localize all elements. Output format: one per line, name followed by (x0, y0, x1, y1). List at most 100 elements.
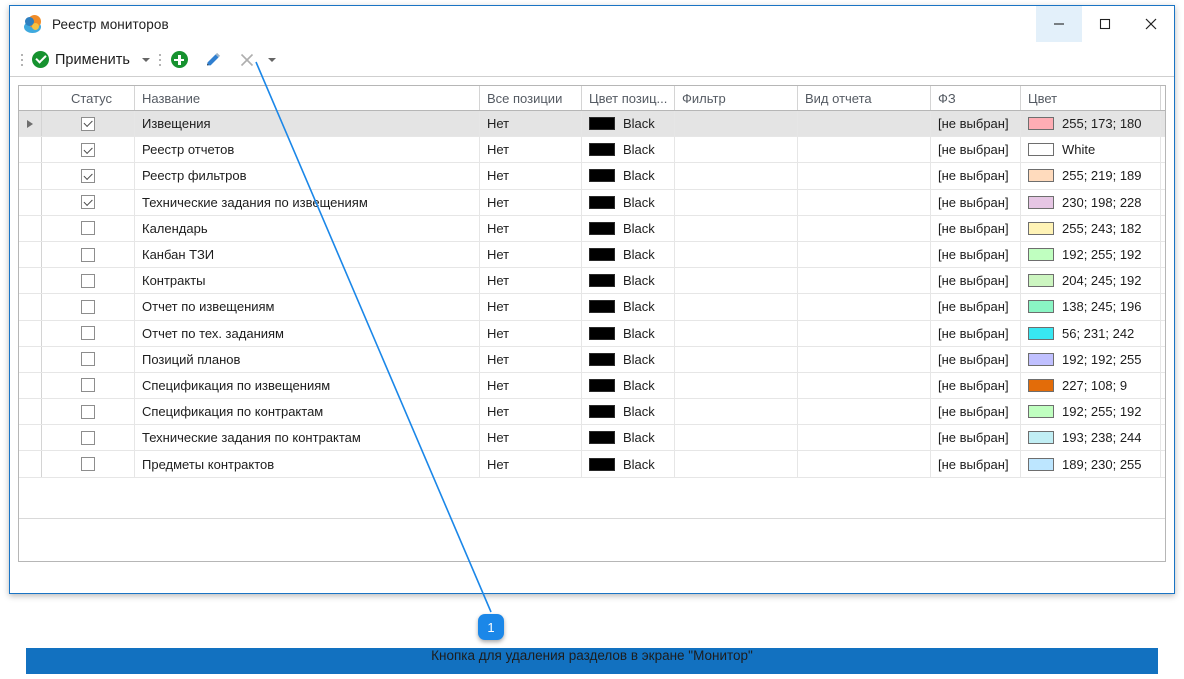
status-checkbox[interactable] (81, 299, 95, 314)
table-row[interactable]: Контракты Нет Black [не выбран] 204; 245; 19… (19, 268, 1165, 295)
status-checkbox[interactable] (81, 221, 95, 236)
cell-filter[interactable] (675, 215, 798, 241)
cell-fz[interactable]: [не выбран] (931, 372, 1021, 399)
cell-all_positions[interactable]: Нет (480, 163, 582, 189)
cell-name[interactable]: Отчет по извещениям (135, 294, 480, 320)
cell-report_view[interactable] (798, 399, 931, 425)
cell-color[interactable]: 56; 231; 242 (1021, 320, 1161, 346)
close-button[interactable] (1128, 6, 1174, 42)
toolbar-grip-2[interactable] (156, 51, 165, 69)
cell-report_view[interactable] (798, 425, 931, 451)
status-checkbox[interactable] (81, 168, 95, 183)
cell-position-color[interactable]: Black (582, 320, 675, 346)
cell-all_positions[interactable]: Нет (480, 294, 582, 320)
cell-filter[interactable] (675, 189, 798, 215)
cell-status[interactable] (42, 294, 135, 320)
cell-report_view[interactable] (798, 268, 931, 294)
cell-status[interactable] (42, 189, 135, 215)
cell-color[interactable]: 230; 198; 228 (1021, 189, 1161, 215)
cell-name[interactable]: Отчет по тех. заданиям (135, 320, 480, 346)
cell-position-color[interactable]: Black (582, 137, 675, 163)
status-checkbox[interactable] (81, 142, 95, 157)
cell-fz[interactable]: [не выбран] (931, 241, 1021, 268)
status-checkbox[interactable] (81, 326, 95, 341)
cell-color[interactable]: 255; 219; 189 (1021, 163, 1161, 189)
cell-filter[interactable] (675, 320, 798, 346)
edit-button[interactable] (201, 47, 225, 73)
cell-status[interactable] (42, 268, 135, 294)
column-header-filter[interactable]: Фильтр (675, 86, 798, 110)
table-row[interactable]: Реестр фильтров Нет Black [не выбран] 255; 2… (19, 163, 1165, 190)
cell-name[interactable]: Календарь (135, 215, 480, 241)
cell-report_view[interactable] (798, 451, 931, 477)
cell-color[interactable]: 193; 238; 244 (1021, 425, 1161, 451)
table-row[interactable]: Спецификация по извещениям Нет Black [не вы… (19, 372, 1165, 400)
cell-color[interactable]: White (1021, 137, 1161, 163)
cell-color[interactable]: 227; 108; 9 (1021, 372, 1161, 399)
table-row[interactable]: Отчет по тех. заданиям Нет Black [не выбран… (19, 320, 1165, 347)
cell-name[interactable]: Канбан ТЗИ (135, 241, 480, 268)
cell-status[interactable] (42, 320, 135, 346)
apply-button[interactable]: Применить (29, 47, 133, 73)
cell-fz[interactable]: [не выбран] (931, 399, 1021, 425)
toolbar-grip-1[interactable] (17, 51, 26, 69)
cell-fz[interactable]: [не выбран] (931, 163, 1021, 189)
cell-fz[interactable]: [не выбран] (931, 268, 1021, 294)
cell-position-color[interactable]: Black (582, 372, 675, 399)
cell-status[interactable] (42, 111, 135, 137)
table-row[interactable]: Предметы контрактов Нет Black [не выбран] 18… (19, 451, 1165, 478)
cell-fz[interactable]: [не выбран] (931, 137, 1021, 163)
cell-status[interactable] (42, 451, 135, 477)
cell-report_view[interactable] (798, 189, 931, 215)
cell-filter[interactable] (675, 451, 798, 477)
cell-report_view[interactable] (798, 241, 931, 268)
cell-color[interactable]: 192; 192; 255 (1021, 346, 1161, 372)
cell-filter[interactable] (675, 163, 798, 189)
status-checkbox[interactable] (81, 116, 95, 131)
cell-filter[interactable] (675, 268, 798, 294)
cell-fz[interactable]: [не выбран] (931, 451, 1021, 477)
cell-fz[interactable]: [не выбран] (931, 111, 1021, 137)
apply-dropdown-caret-icon[interactable] (139, 50, 153, 70)
cell-status[interactable] (42, 215, 135, 241)
cell-fz[interactable]: [не выбран] (931, 320, 1021, 346)
cell-status[interactable] (42, 399, 135, 425)
cell-name[interactable]: Извещения (135, 111, 480, 137)
cell-color[interactable]: 138; 245; 196 (1021, 294, 1161, 320)
cell-all_positions[interactable]: Нет (480, 137, 582, 163)
cell-report_view[interactable] (798, 111, 931, 137)
cell-position-color[interactable]: Black (582, 451, 675, 477)
cell-all_positions[interactable]: Нет (480, 320, 582, 346)
cell-color[interactable]: 189; 230; 255 (1021, 451, 1161, 477)
cell-name[interactable]: Технические задания по контрактам (135, 425, 480, 451)
cell-report_view[interactable] (798, 294, 931, 320)
status-checkbox[interactable] (81, 195, 95, 210)
cell-filter[interactable] (675, 425, 798, 451)
cell-name[interactable]: Технические задания по извещениям (135, 189, 480, 215)
column-header-report-view[interactable]: Вид отчета (798, 86, 931, 110)
cell-position-color[interactable]: Black (582, 399, 675, 425)
cell-position-color[interactable]: Black (582, 111, 675, 137)
cell-filter[interactable] (675, 294, 798, 320)
cell-name[interactable]: Реестр фильтров (135, 163, 480, 189)
cell-position-color[interactable]: Black (582, 268, 675, 294)
cell-report_view[interactable] (798, 372, 931, 399)
table-row[interactable]: Канбан ТЗИ Нет Black [не выбран] 192; 255; 1… (19, 241, 1165, 269)
status-checkbox[interactable] (81, 352, 95, 367)
cell-filter[interactable] (675, 372, 798, 399)
cell-all_positions[interactable]: Нет (480, 346, 582, 372)
cell-all_positions[interactable]: Нет (480, 425, 582, 451)
status-checkbox[interactable] (81, 247, 95, 262)
cell-color[interactable]: 204; 245; 192 (1021, 268, 1161, 294)
delete-button[interactable] (235, 47, 259, 73)
delete-dropdown-caret-icon[interactable] (265, 50, 279, 70)
cell-color[interactable]: 255; 173; 180 (1021, 111, 1161, 137)
cell-name[interactable]: Предметы контрактов (135, 451, 480, 477)
cell-status[interactable] (42, 137, 135, 163)
cell-status[interactable] (42, 372, 135, 399)
cell-status[interactable] (42, 425, 135, 451)
cell-color[interactable]: 192; 255; 192 (1021, 241, 1161, 268)
table-row[interactable]: Календарь Нет Black [не выбран] 255; 243; 18… (19, 215, 1165, 242)
cell-position-color[interactable]: Black (582, 215, 675, 241)
cell-all_positions[interactable]: Нет (480, 372, 582, 399)
